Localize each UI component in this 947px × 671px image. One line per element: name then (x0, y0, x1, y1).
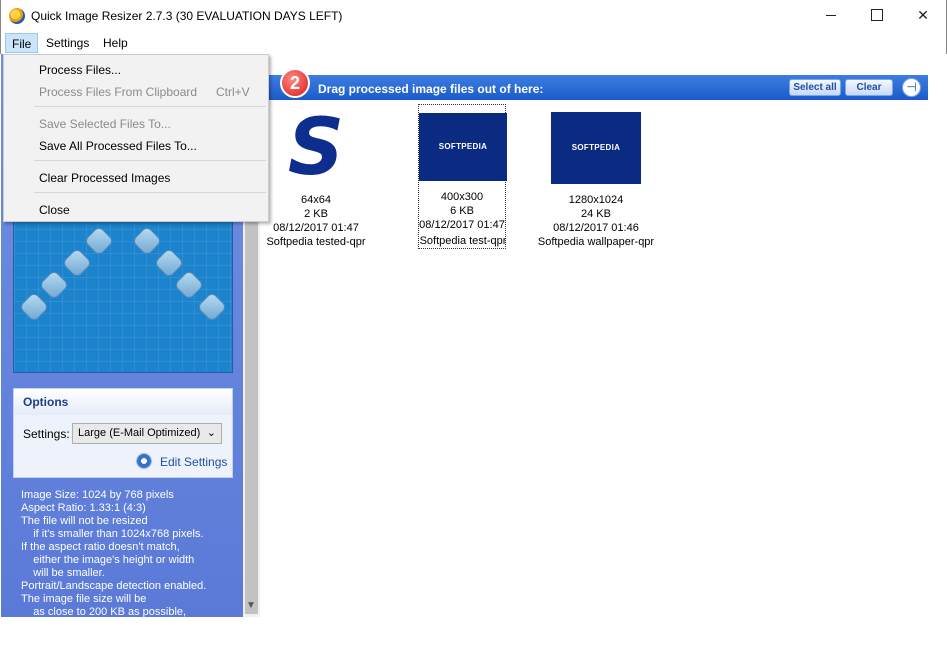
scroll-down-icon[interactable]: ▼ (246, 600, 256, 611)
info-line: Aspect Ratio: 1.33:1 (4:3) (21, 502, 146, 514)
menu-close[interactable]: Close (39, 203, 70, 217)
info-line: as close to 200 KB as possible, (21, 606, 187, 618)
menu-bar: File Settings Help (0, 32, 947, 54)
processed-file[interactable]: S 64x64 2 KB 08/12/2017 01:47 Softpedia … (256, 104, 376, 249)
file-date: 08/12/2017 01:46 (553, 222, 639, 234)
info-line: with quality at least 80%, (21, 619, 155, 631)
info-line: File name "My Example.jpg" would be (21, 645, 206, 657)
file-size: 6 KB (450, 205, 474, 217)
file-name: Softpedia test-qpr (419, 235, 507, 247)
info-line: either the image's height or width (21, 554, 195, 566)
menu-settings[interactable]: Settings (40, 33, 95, 53)
file-thumbnail: SOFTPEDIA (419, 113, 507, 181)
options-title: Options (14, 389, 232, 415)
settings-select[interactable]: Large (E-Mail Optimized) ⌄ (72, 423, 222, 444)
file-thumbnail: S (271, 109, 361, 187)
select-all-button[interactable]: Select all (789, 79, 841, 96)
info-line: if it's smaller than 1024x768 pixels. (21, 528, 204, 540)
menu-save-selected: Save Selected Files To... (39, 117, 171, 131)
file-name: Softpedia wallpaper-qpr (537, 236, 655, 248)
file-dimensions: 64x64 (301, 194, 331, 206)
file-size: 24 KB (581, 208, 611, 220)
chevron-down-icon: ⌄ (206, 427, 216, 439)
info-line: will be smaller. (21, 567, 105, 579)
menu-process-files[interactable]: Process Files... (39, 63, 121, 77)
processed-file[interactable]: SOFTPEDIA 1280x1024 24 KB 08/12/2017 01:… (536, 104, 656, 249)
info-line: The file will not be resized (21, 515, 148, 527)
menu-separator (34, 160, 266, 161)
file-dimensions: 400x300 (440, 191, 484, 203)
file-date: 08/12/2017 01:47 (419, 219, 505, 231)
preview-image (13, 216, 233, 373)
title-bar: Quick Image Resizer 2.7.3 (30 EVALUATION… (0, 0, 947, 32)
output-header-text: Drag processed image files out of here: (318, 82, 544, 96)
info-line: Image Size: 1024 by 768 pixels (21, 489, 174, 501)
info-line: If the aspect ratio doesn't match, (21, 541, 180, 553)
menu-process-clipboard: Process Files From Clipboard (39, 85, 198, 99)
settings-label: Settings: (23, 427, 70, 441)
pin-icon[interactable]: ⊣ (902, 78, 921, 97)
options-panel: Options Settings: Large (E-Mail Optimize… (13, 388, 233, 478)
file-menu-dropdown: Process Files... Process Files From Clip… (3, 54, 269, 222)
clear-button[interactable]: Clear (845, 79, 893, 96)
menu-separator (34, 192, 266, 193)
close-button[interactable]: ✕ (900, 0, 946, 30)
menu-file[interactable]: File (5, 33, 39, 53)
file-name: Softpedia tested-qpr (266, 236, 366, 248)
menu-help[interactable]: Help (97, 33, 134, 53)
menu-clear-processed[interactable]: Clear Processed Images (39, 171, 170, 185)
menu-separator (34, 106, 266, 107)
info-line: Portrait/Landscape detection enabled. (21, 580, 207, 592)
edit-settings-icon[interactable] (136, 453, 152, 469)
minimize-button[interactable] (808, 0, 854, 30)
file-dimensions: 1280x1024 (568, 194, 624, 206)
settings-info: Image Size: 1024 by 768 pixels Aspect Ra… (21, 489, 241, 671)
file-date: 08/12/2017 01:47 (273, 222, 359, 234)
info-line: The image file size will be (21, 593, 147, 605)
maximize-button[interactable] (854, 0, 900, 30)
window-title: Quick Image Resizer 2.7.3 (30 EVALUATION… (31, 9, 343, 23)
processed-file[interactable]: SOFTPEDIA 400x300 6 KB 08/12/2017 01:47 … (418, 104, 507, 249)
file-thumbnail: SOFTPEDIA (551, 112, 641, 184)
info-line: but no more than 90%. (21, 632, 145, 644)
menu-process-clipboard-shortcut: Ctrl+V (216, 85, 250, 99)
settings-select-value: Large (E-Mail Optimized) (78, 427, 201, 439)
file-size: 2 KB (304, 208, 328, 220)
app-icon (9, 8, 25, 24)
edit-settings-link[interactable]: Edit Settings (160, 455, 227, 469)
step-two-icon: 2 (280, 68, 310, 98)
info-line: changed to "my_example-qpr.jpg" (21, 658, 198, 670)
menu-save-all[interactable]: Save All Processed Files To... (39, 139, 197, 153)
